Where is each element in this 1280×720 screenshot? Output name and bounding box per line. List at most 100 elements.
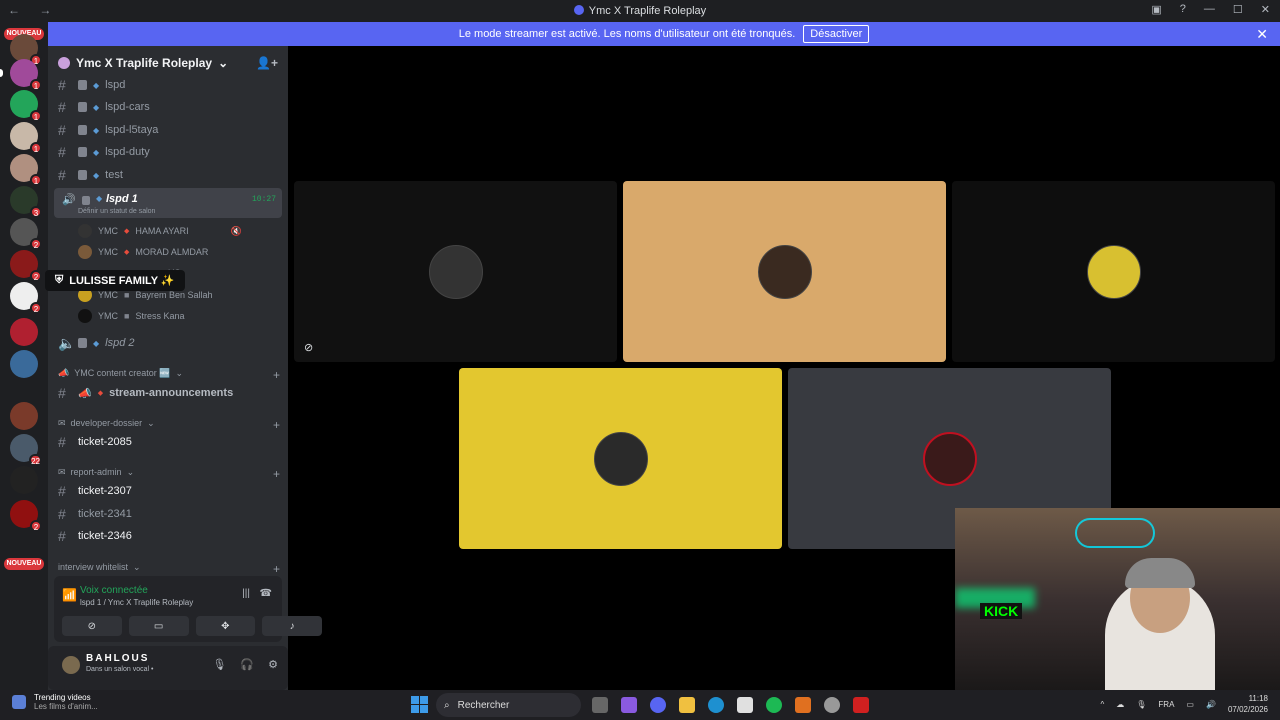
- channel-item[interactable]: # ticket-2341: [58, 504, 282, 524]
- network-icon[interactable]: ☁: [1116, 700, 1124, 709]
- disconnect-icon[interactable]: ☎: [260, 588, 272, 599]
- server-icon[interactable]: [10, 318, 38, 346]
- chevron-down-icon: ⌄: [218, 56, 229, 70]
- taskbar-search[interactable]: ⌕ Rechercher: [436, 693, 581, 717]
- store-icon[interactable]: [737, 697, 753, 713]
- video-tile[interactable]: [459, 368, 782, 549]
- inbox-icon[interactable]: ▣: [1151, 3, 1161, 16]
- channel-item[interactable]: # ◆ lspd-duty: [58, 142, 282, 162]
- channel-item[interactable]: # ◆ lspd-l5taya: [58, 120, 282, 140]
- voice-channel-item[interactable]: 🔈 ◆ lspd 2: [58, 333, 282, 353]
- avatar: [428, 244, 483, 299]
- close-icon[interactable]: ✕: [1256, 26, 1268, 43]
- server-icon[interactable]: 2: [10, 250, 42, 282]
- video-tile[interactable]: [623, 181, 946, 362]
- server-icon[interactable]: 2: [10, 500, 42, 532]
- server-tooltip: ⛨ LULISSE FAMILY ✨: [45, 270, 185, 291]
- language-indicator[interactable]: FRA: [1158, 700, 1174, 709]
- category-header[interactable]: ✉ developer-dossier ⌄ +: [58, 418, 280, 432]
- server-icon[interactable]: 1: [10, 90, 42, 122]
- server-icon[interactable]: 2: [10, 282, 42, 314]
- mail-icon: ✉: [58, 418, 66, 428]
- voice-user[interactable]: YMC ◆ HAMA AYARI 🔇: [78, 221, 242, 241]
- clock[interactable]: 11:18 07/02/2026: [1228, 693, 1268, 715]
- app-icon[interactable]: [795, 697, 811, 713]
- channel-item[interactable]: # ◆ lspd: [58, 75, 282, 95]
- channel-item[interactable]: # 📣 ◆ stream-announcements: [58, 383, 282, 403]
- video-tile[interactable]: [952, 181, 1275, 362]
- server-icon[interactable]: 1: [0, 59, 42, 91]
- settings-icon[interactable]: [824, 697, 840, 713]
- folder-icon[interactable]: [679, 697, 695, 713]
- server-icon[interactable]: [10, 350, 38, 378]
- activities-button[interactable]: ✥: [195, 616, 256, 636]
- microphone-icon[interactable]: 🎙: [1136, 700, 1146, 709]
- server-icon[interactable]: 2: [10, 218, 42, 250]
- megaphone-icon: 📣: [78, 387, 92, 400]
- voice-location[interactable]: lspd 1 / Ymc X Traplife Roleplay: [80, 598, 193, 607]
- volume-icon[interactable]: 🔊: [1206, 700, 1216, 709]
- voice-status[interactable]: Voix connectée: [80, 585, 148, 596]
- add-channel-icon[interactable]: +: [273, 368, 280, 382]
- noise-suppression-icon[interactable]: |||: [242, 588, 250, 599]
- wifi-icon[interactable]: ▭: [1186, 700, 1194, 709]
- add-channel-icon[interactable]: +: [273, 562, 280, 576]
- task-view-icon[interactable]: [592, 697, 608, 713]
- channel-item[interactable]: # ◆ test: [58, 165, 282, 185]
- channel-item[interactable]: # ticket-2307: [58, 481, 282, 501]
- copilot-icon[interactable]: [621, 697, 637, 713]
- video-tile[interactable]: ⊘: [294, 181, 617, 362]
- invite-icon[interactable]: 👤+: [256, 56, 278, 70]
- headphones-icon[interactable]: 🎧: [240, 658, 254, 671]
- new-badge: NOUVEAU: [4, 558, 44, 570]
- maximize-button[interactable]: ☐: [1233, 3, 1243, 16]
- channel-item[interactable]: # ticket-2346: [58, 526, 282, 546]
- server-icon[interactable]: 1: [10, 122, 42, 154]
- close-button[interactable]: ✕: [1261, 3, 1270, 16]
- soundboard-button[interactable]: ♪: [262, 616, 322, 636]
- server-icon[interactable]: [10, 402, 38, 430]
- avatar: [78, 309, 92, 323]
- category-header[interactable]: interview whitelist ⌄ +: [58, 562, 280, 576]
- diamond-icon: ◆: [93, 80, 100, 90]
- server-icon[interactable]: 3: [10, 186, 42, 218]
- windows-start-icon[interactable]: [411, 696, 428, 713]
- help-icon[interactable]: ?: [1180, 3, 1186, 16]
- avatar[interactable]: [62, 656, 80, 674]
- voice-user[interactable]: YMC ■ Stress Kana: [78, 306, 184, 326]
- disable-streamer-button[interactable]: Désactiver: [803, 25, 870, 43]
- server-icon[interactable]: 1: [10, 34, 42, 66]
- search-icon: ⌕: [444, 699, 450, 711]
- server-icon[interactable]: 22: [10, 434, 42, 466]
- add-channel-icon[interactable]: +: [273, 467, 280, 481]
- discord-icon[interactable]: [650, 697, 666, 713]
- add-channel-icon[interactable]: +: [273, 418, 280, 432]
- category-header[interactable]: ✉ report-admin ⌄ +: [58, 467, 280, 481]
- news-widget[interactable]: Trending videos Les films d'anim...: [12, 693, 98, 711]
- category-header[interactable]: 📣 YMC content creator 🆕 ⌄ +: [58, 368, 280, 382]
- channel-item[interactable]: # ticket-2085: [58, 432, 282, 452]
- diamond-icon: ◆: [93, 147, 100, 157]
- voice-user[interactable]: YMC ◆ MORAD ALMDAR: [78, 242, 208, 262]
- channel-item[interactable]: # ◆ lspd-cars: [58, 97, 282, 117]
- window-controls: ▣ ? — ☐ ✕: [1151, 3, 1270, 16]
- edge-icon[interactable]: [708, 697, 724, 713]
- settings-gear-icon[interactable]: ⚙: [268, 658, 278, 671]
- camera-off-button[interactable]: ⊘: [62, 616, 122, 636]
- app-icon[interactable]: [853, 697, 869, 713]
- screen-share-button[interactable]: ▭: [128, 616, 189, 636]
- spotify-icon[interactable]: [766, 697, 782, 713]
- kick-logo: KICK: [980, 603, 1023, 619]
- server-icon[interactable]: [10, 466, 38, 494]
- username[interactable]: BAHLOUS: [86, 653, 149, 664]
- minimize-button[interactable]: —: [1204, 3, 1215, 16]
- server-logo-icon: [58, 57, 70, 69]
- channel-status[interactable]: Définir un statut de salon: [78, 208, 155, 215]
- hash-icon: #: [58, 506, 66, 522]
- server-icon[interactable]: 1: [10, 154, 42, 186]
- voice-connection-panel: 📶 Voix connectée lspd 1 / Ymc X Traplife…: [54, 576, 322, 642]
- chevron-up-icon[interactable]: ^: [1101, 700, 1105, 709]
- person-icon: [78, 125, 87, 135]
- microphone-icon[interactable]: 🎙: [212, 658, 226, 671]
- active-voice-channel[interactable]: 🔊 ◆ lspd 1 Définir un statut de salon 10…: [54, 188, 282, 218]
